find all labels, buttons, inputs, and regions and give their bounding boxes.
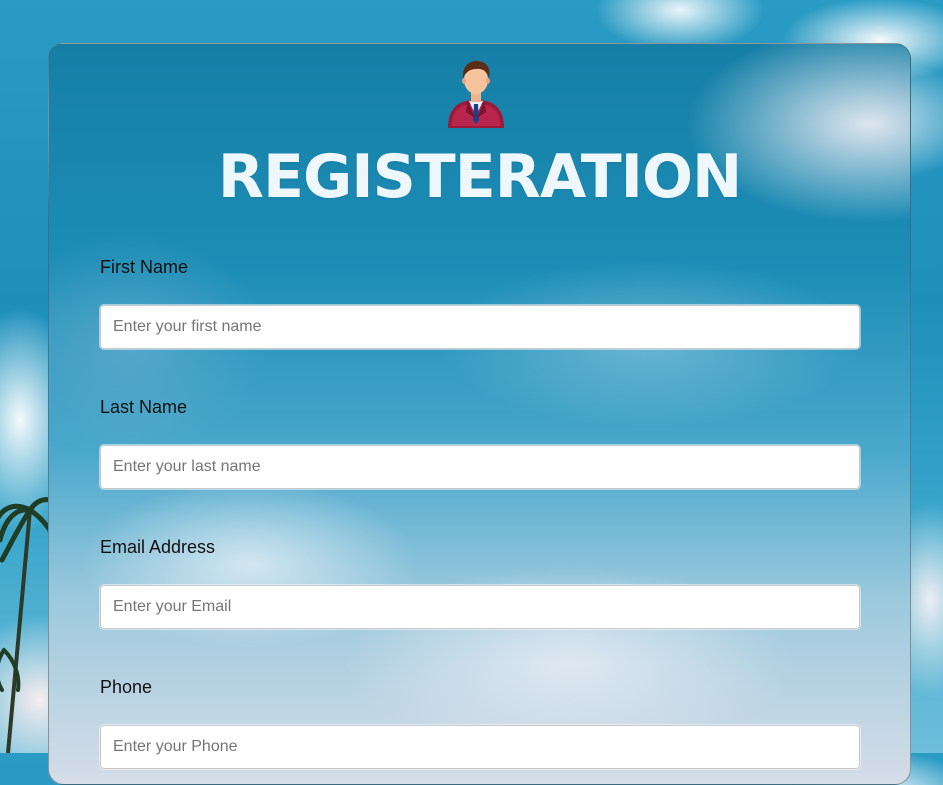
registration-card: REGISTERATION First Name Last Name Email… <box>48 43 911 785</box>
page-title: REGISTERATION <box>217 142 742 212</box>
email-address-label: Email Address <box>100 537 216 557</box>
last-name-label: Last Name <box>100 397 188 417</box>
first-name-label: First Name <box>100 257 189 277</box>
phone-label: Phone <box>100 677 153 697</box>
phone-input[interactable] <box>100 725 860 769</box>
email-input[interactable] <box>100 585 860 629</box>
user-businessman-icon <box>448 60 504 128</box>
first-name-input[interactable] <box>100 305 860 349</box>
last-name-input[interactable] <box>100 445 860 489</box>
